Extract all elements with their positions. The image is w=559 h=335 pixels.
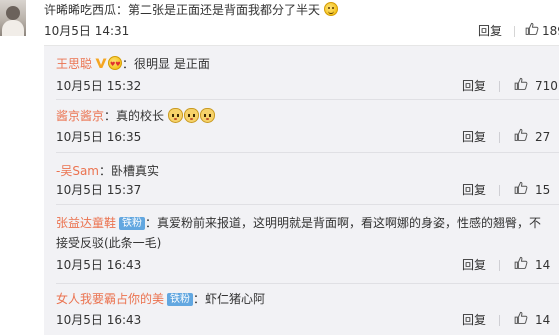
reply-line: 张益达童鞋 铁粉 ：真爱粉前来报道，这明明就是背面啊，看这啊娜的身姿，性感的翘臀，不… <box>56 213 551 253</box>
cat-face-icon <box>183 108 199 123</box>
fan-badge: 铁粉 <box>119 217 146 230</box>
reply-item: 王思聪 ：很明显 是正面 10月5日 15:32 回复 710 <box>44 46 559 98</box>
reply-line: 王思聪 ：很明显 是正面 <box>56 56 210 73</box>
avatar-head <box>6 6 20 20</box>
reply-text: 虾仁猪心阿 <box>205 292 266 306</box>
replies-panel: 王思聪：很明显 是正面 10月5日 15:32 回复 710 酱京酱京：真的校长… <box>44 45 559 335</box>
divider <box>499 260 500 271</box>
thumbs-up-icon[interactable] <box>514 181 528 195</box>
reply-text: 真的校长 <box>116 109 165 123</box>
v-badge-icon <box>95 58 107 68</box>
like-count: 14 <box>535 258 551 272</box>
reply-text: 卧槽真实 <box>111 164 160 178</box>
reply-item: 酱京酱京：真的校长 10月5日 16:35 回复 27 <box>44 100 559 152</box>
divider <box>499 315 500 326</box>
reply-line: 酱京酱京：真的校长 <box>56 108 216 124</box>
cat-face-icon <box>167 108 183 123</box>
reply-button[interactable]: 回复 <box>462 257 486 273</box>
comment-username[interactable]: 许晞晞吃西瓜 <box>44 3 116 17</box>
divider <box>499 185 500 196</box>
reply-time: 10月5日 16:35 <box>56 130 142 144</box>
reply-username[interactable]: 酱京酱京 <box>56 109 104 123</box>
reply-time: 10月5日 16:43 <box>56 313 142 327</box>
reply-username[interactable]: 张益达童鞋 <box>56 216 116 230</box>
reply-username[interactable]: 王思聪 <box>56 57 92 71</box>
thumbs-up-icon[interactable] <box>514 256 528 270</box>
reply-time: 10月5日 16:43 <box>56 258 142 272</box>
cat-face-icon <box>199 108 215 123</box>
reply-line: 女人我要霸占你的美 铁粉 ：虾仁猪心阿 <box>56 291 265 307</box>
reply-button[interactable]: 回复 <box>462 182 486 198</box>
divider <box>514 26 515 37</box>
fan-badge: 铁粉 <box>167 293 194 306</box>
reply-separator: ： <box>122 57 135 71</box>
divider <box>499 81 500 92</box>
reply-username[interactable]: 女人我要霸占你的美 <box>56 292 164 306</box>
avatar-body <box>2 20 24 36</box>
reply-separator: ： <box>145 216 158 230</box>
like-count: 15 <box>535 183 551 197</box>
reply-button[interactable]: 回复 <box>478 23 502 39</box>
reply-time: 10月5日 15:37 <box>56 183 142 197</box>
thumbs-up-icon[interactable] <box>514 77 528 91</box>
thumbs-up-icon[interactable] <box>514 311 528 325</box>
reply-username[interactable]: -吴Sam <box>56 164 99 178</box>
reply-button[interactable]: 回复 <box>462 129 486 145</box>
main-comment: 许晞晞吃西瓜：第二张是正面还是背面我都分了半天 10月5日 14:31 回复 1… <box>0 0 559 44</box>
reply-text: 很明显 是正面 <box>134 57 210 71</box>
thumbs-up-icon[interactable] <box>525 22 539 36</box>
reply-line: -吴Sam：卧槽真实 <box>56 163 159 179</box>
reply-button[interactable]: 回复 <box>462 78 486 94</box>
reply-time: 10月5日 15:32 <box>56 79 142 93</box>
heart-eyes-icon <box>108 56 123 73</box>
comment-separator: ： <box>116 3 129 17</box>
thumbs-up-icon[interactable] <box>514 128 528 142</box>
like-count: 189 <box>542 24 559 38</box>
divider <box>499 132 500 143</box>
reply-item: 张益达童鞋 铁粉 ：真爱粉前来报道，这明明就是背面啊，看这啊娜的身姿，性感的翘臀，不… <box>44 205 559 281</box>
reply-item: -吴Sam：卧槽真实 10月5日 15:37 回复 15 <box>44 153 559 205</box>
laughing-face-icon <box>323 2 338 16</box>
like-count: 27 <box>535 130 551 144</box>
reply-separator: ： <box>193 292 206 306</box>
like-count: 710 <box>535 79 558 93</box>
avatar[interactable] <box>0 0 26 36</box>
like-count: 14 <box>535 313 551 327</box>
comment-text: 第二张是正面还是背面我都分了半天 <box>128 3 321 17</box>
reply-separator: ： <box>104 109 117 123</box>
reply-button[interactable]: 回复 <box>462 312 486 328</box>
reply-separator: ： <box>99 164 112 178</box>
comment-time: 10月5日 14:31 <box>44 24 130 38</box>
comment-line: 许晞晞吃西瓜：第二张是正面还是背面我都分了半天 <box>44 2 338 18</box>
reply-item: 女人我要霸占你的美 铁粉 ：虾仁猪心阿 10月5日 16:43 回复 14 <box>44 284 559 335</box>
